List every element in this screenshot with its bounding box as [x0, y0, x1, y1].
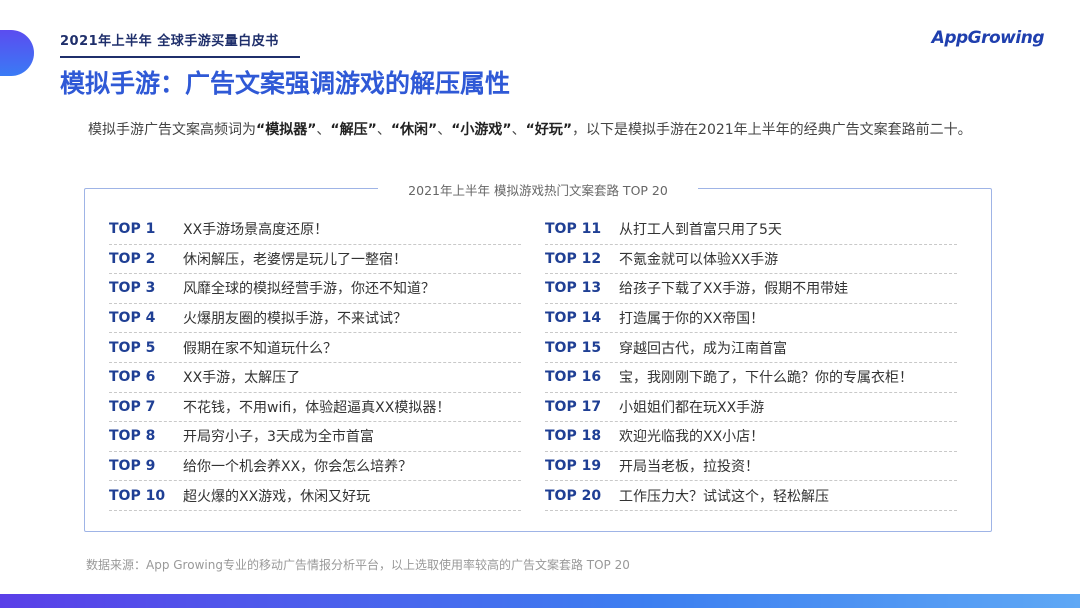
app-growing-logo: AppGrowing — [931, 28, 1045, 48]
rank-label: TOP 2 — [109, 250, 156, 267]
ad-copy-phrase: 休闲解压，老婆愣是玩儿了一整宿！ — [183, 251, 407, 268]
ranking-row: TOP 6 XX手游，太解压了 — [109, 363, 521, 393]
rank-label: TOP 15 — [545, 339, 602, 356]
ad-copy-phrase: 开局当老板，拉投资！ — [619, 459, 759, 476]
ad-copy-phrase: 风靡全球的模拟经营手游，你还不知道？ — [183, 281, 435, 298]
keyword-5: “好玩” — [525, 122, 573, 138]
ranking-row: TOP 3 风靡全球的模拟经营手游，你还不知道？ — [109, 274, 521, 304]
ranking-row: TOP 12 不氪金就可以体验XX手游 — [545, 245, 957, 275]
ranking-row: TOP 16 宝，我刚刚下跪了，下什么跪？你的专属衣柜！ — [545, 363, 957, 393]
rank-label: TOP 7 — [109, 398, 156, 415]
rank-label: TOP 4 — [109, 310, 156, 327]
panel-title: 2021年上半年 模拟游戏热门文案套路 TOP 20 — [378, 183, 698, 198]
ad-copy-phrase: 穿越回古代，成为江南首富 — [619, 340, 787, 357]
ad-copy-phrase: 欢迎光临我的XX小店！ — [619, 429, 765, 446]
ad-copy-phrase: 工作压力大？试试这个，轻松解压 — [619, 488, 829, 505]
ad-copy-phrase: 给你一个机会养XX，你会怎么培养？ — [183, 459, 413, 476]
ranking-row: TOP 8 开局穷小子，3天成为全市首富 — [109, 422, 521, 452]
ranking-row: TOP 5 假期在家不知道玩什么？ — [109, 333, 521, 363]
intro-suffix: ，以下是模拟手游在2021年上半年的经典广告文案套路前二十。 — [572, 122, 972, 138]
ranking-row: TOP 10 超火爆的XX游戏，休闲又好玩 — [109, 481, 521, 511]
intro-sep-4: 、 — [511, 122, 526, 138]
keyword-1: “模拟器” — [256, 122, 317, 138]
ad-copy-phrase: 小姐姐们都在玩XX手游 — [619, 399, 765, 416]
rank-label: TOP 11 — [545, 221, 602, 238]
keyword-3: “休闲” — [390, 122, 438, 138]
ad-copy-phrase: 宝，我刚刚下跪了，下什么跪？你的专属衣柜！ — [619, 370, 913, 387]
rank-label: TOP 6 — [109, 369, 156, 386]
ad-copy-phrase: XX手游场景高度还原！ — [183, 222, 329, 239]
ranking-row: TOP 1 XX手游场景高度还原！ — [109, 215, 521, 245]
rank-label: TOP 10 — [109, 487, 166, 504]
rank-label: TOP 16 — [545, 369, 602, 386]
rank-label: TOP 9 — [109, 458, 156, 475]
rank-label: TOP 18 — [545, 428, 602, 445]
ranking-row: TOP 17 小姐姐们都在玩XX手游 — [545, 393, 957, 423]
ad-copy-phrase: 假期在家不知道玩什么？ — [183, 340, 337, 357]
intro-paragraph: 模拟手游广告文案高频词为“模拟器”、“解压”、“休闲”、“小游戏”、“好玩”，以… — [88, 116, 988, 145]
ad-copy-phrase: 从打工人到首富只用了5天 — [619, 222, 782, 239]
rank-label: TOP 5 — [109, 339, 156, 356]
ad-copy-phrase: 不氪金就可以体验XX手游 — [619, 251, 779, 268]
rank-label: TOP 20 — [545, 487, 602, 504]
ranking-row: TOP 14 打造属于你的XX帝国！ — [545, 304, 957, 334]
rank-label: TOP 12 — [545, 250, 602, 267]
ranking-row: TOP 15 穿越回古代，成为江南首富 — [545, 333, 957, 363]
top20-panel: 2021年上半年 模拟游戏热门文案套路 TOP 20 TOP 1 XX手游场景高度… — [84, 183, 992, 532]
bottom-gradient-bar — [0, 594, 1080, 608]
rank-label: TOP 3 — [109, 280, 156, 297]
ranking-row: TOP 9 给你一个机会养XX，你会怎么培养？ — [109, 452, 521, 482]
intro-sep-1: 、 — [316, 122, 331, 138]
page-title: 模拟手游：广告文案强调游戏的解压属性 — [60, 69, 511, 98]
intro-sep-2: 、 — [376, 122, 391, 138]
ranking-row: TOP 18 欢迎光临我的XX小店！ — [545, 422, 957, 452]
ranking-column-left: TOP 1 XX手游场景高度还原！ TOP 2 休闲解压，老婆愣是玩儿了一整宿！ TOP… — [109, 215, 521, 511]
ad-copy-phrase: 不花钱，不用wifi，体验超逼真XX模拟器！ — [183, 399, 451, 416]
ranking-row: TOP 11 从打工人到首富只用了5天 — [545, 215, 957, 245]
intro-sep-3: 、 — [437, 122, 452, 138]
report-label: 2021年上半年 全球手游买量白皮书 — [60, 34, 279, 49]
rank-label: TOP 17 — [545, 398, 602, 415]
keyword-4: “小游戏” — [451, 122, 512, 138]
ad-copy-phrase: 超火爆的XX游戏，休闲又好玩 — [183, 488, 371, 505]
ad-copy-phrase: 给孩子下载了XX手游，假期不用带娃 — [619, 281, 849, 298]
ranking-row: TOP 4 火爆朋友圈的模拟手游，不来试试？ — [109, 304, 521, 334]
rank-label: TOP 14 — [545, 310, 602, 327]
ranking-row: TOP 2 休闲解压，老婆愣是玩儿了一整宿！ — [109, 245, 521, 275]
rank-label: TOP 8 — [109, 428, 156, 445]
rank-label: TOP 19 — [545, 458, 602, 475]
ad-copy-phrase: 打造属于你的XX帝国！ — [619, 311, 765, 328]
rank-label: TOP 1 — [109, 221, 156, 238]
ranking-row: TOP 13 给孩子下载了XX手游，假期不用带娃 — [545, 274, 957, 304]
ad-copy-phrase: 开局穷小子，3天成为全市首富 — [183, 429, 374, 446]
ad-copy-phrase: 火爆朋友圈的模拟手游，不来试试？ — [183, 311, 407, 328]
ranking-column-right: TOP 11 从打工人到首富只用了5天 TOP 12 不氪金就可以体验XX手游 TOP … — [545, 215, 957, 511]
header-divider — [60, 56, 300, 58]
rank-label: TOP 13 — [545, 280, 602, 297]
intro-prefix: 模拟手游广告文案高频词为 — [88, 122, 256, 138]
ranking-row: TOP 19 开局当老板，拉投资！ — [545, 452, 957, 482]
keyword-2: “解压” — [330, 122, 377, 138]
left-accent-shape — [0, 30, 34, 76]
ad-copy-phrase: XX手游，太解压了 — [183, 370, 301, 387]
data-source-note: 数据来源：App Growing专业的移动广告情报分析平台，以上选取使用率较高的… — [86, 558, 630, 572]
ranking-row: TOP 7 不花钱，不用wifi，体验超逼真XX模拟器！ — [109, 393, 521, 423]
ranking-row: TOP 20 工作压力大？试试这个，轻松解压 — [545, 481, 957, 511]
